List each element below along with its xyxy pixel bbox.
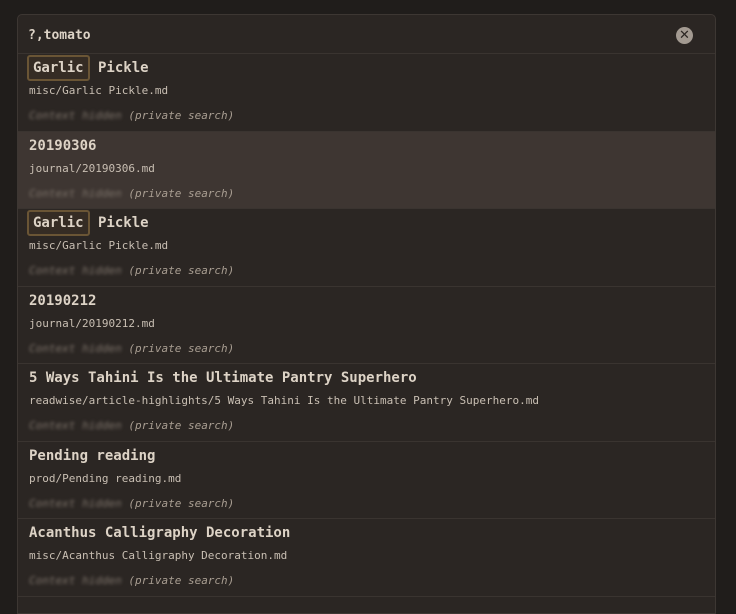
- search-result-item[interactable]: Pending reading prod/Pending reading.md Co…: [18, 442, 715, 519]
- result-title: Garlic Pickle: [27, 210, 149, 236]
- search-result-item[interactable]: 5 Ways Tahini Is the Ultimate Pantry Sup…: [18, 364, 715, 442]
- result-context: Context hidden (private search): [29, 419, 234, 433]
- result-title-text: Pending reading: [29, 447, 156, 464]
- private-search-note: (private search): [121, 186, 235, 200]
- result-path: journal/20190306.md: [29, 161, 155, 175]
- result-title-text: 20190306: [29, 137, 97, 154]
- private-search-note: (private search): [121, 496, 235, 510]
- result-title-text: Acanthus Calligraphy Decoration: [29, 525, 291, 541]
- result-title: Garlic Pickle: [27, 55, 149, 81]
- context-hidden-blurred-text: Context hidden: [29, 341, 122, 355]
- result-title: 5 Ways Tahini Is the Ultimate Pantry Sup…: [29, 369, 417, 387]
- result-path: journal/20190212.md: [29, 316, 155, 330]
- private-search-note: (private search): [121, 109, 235, 122]
- result-path: misc/Garlic Pickle.md: [29, 239, 169, 252]
- result-context: Context hidden (private search): [29, 497, 234, 511]
- result-title-text: Pickle: [89, 60, 149, 76]
- context-hidden-blurred-text: Context hidden: [29, 574, 122, 587]
- result-path: misc/Acanthus Calligraphy Decoration.md: [29, 549, 288, 562]
- result-context: Context hidden (private search): [29, 574, 234, 588]
- search-result-item[interactable]: Garlic Pickle misc/Garlic Pickle.md Contex…: [18, 209, 715, 287]
- result-title-text: 5 Ways Tahini Is the Ultimate Pantry Sup…: [29, 370, 417, 386]
- private-search-note: (private search): [121, 574, 235, 587]
- search-result-item[interactable]: Garlic Pickle misc/Garlic Pickle.md Contex…: [18, 54, 715, 132]
- result-context: Context hidden (private search): [29, 109, 234, 123]
- private-search-note: (private search): [121, 341, 235, 355]
- result-path: readwise/article-highlights/5 Ways Tahin…: [29, 394, 539, 407]
- context-hidden-blurred-text: Context hidden: [29, 419, 122, 432]
- search-input[interactable]: [28, 25, 628, 45]
- result-title-text: Pickle: [89, 215, 149, 231]
- result-title-match-highlight: Garlic: [27, 55, 90, 81]
- result-title-text: 20190212: [29, 292, 97, 309]
- context-hidden-blurred-text: Context hidden: [29, 264, 122, 277]
- search-result-item[interactable]: Acanthus Calligraphy Decoration misc/Acan…: [18, 519, 715, 597]
- search-bar: ✕: [18, 15, 715, 54]
- results-list: Garlic Pickle misc/Garlic Pickle.md Contex…: [18, 54, 715, 597]
- result-path: misc/Garlic Pickle.md: [29, 84, 169, 97]
- result-context: Context hidden (private search): [29, 342, 234, 356]
- context-hidden-blurred-text: Context hidden: [29, 109, 122, 122]
- result-context: Context hidden (private search): [29, 187, 234, 201]
- context-hidden-blurred-text: Context hidden: [29, 496, 122, 510]
- context-hidden-blurred-text: Context hidden: [29, 186, 122, 200]
- search-result-item[interactable]: 20190306 journal/20190306.md Context hidde…: [18, 131, 715, 209]
- search-result-item[interactable]: 20190212 journal/20190212.md Context hidde…: [18, 287, 715, 364]
- result-title: Pending reading: [29, 447, 155, 465]
- result-title-match-highlight: Garlic: [27, 210, 90, 236]
- search-modal: ✕ Garlic Pickle misc/Garlic Pickle.md Cont…: [17, 14, 716, 614]
- result-title: Acanthus Calligraphy Decoration: [29, 524, 290, 542]
- result-title: 20190212: [29, 292, 96, 310]
- clear-search-icon[interactable]: ✕: [676, 27, 693, 44]
- result-title: 20190306: [29, 137, 96, 155]
- result-context: Context hidden (private search): [29, 264, 234, 278]
- private-search-note: (private search): [121, 419, 235, 432]
- private-search-note: (private search): [121, 264, 235, 277]
- result-path: prod/Pending reading.md: [29, 471, 182, 485]
